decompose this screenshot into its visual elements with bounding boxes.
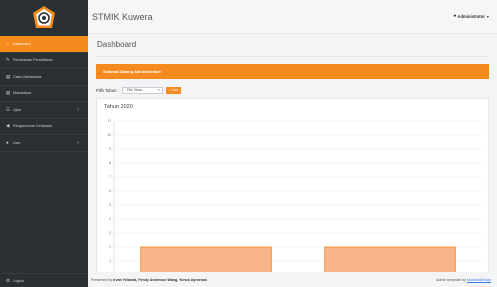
chart-bar — [140, 246, 272, 276]
sidebar-item-pembukaan-pendaftaran[interactable]: ✎ Pembukaan Pendaftaran — [0, 53, 88, 69]
topbar: STMIK Kuwera ● Administrator ▾ — [88, 0, 497, 34]
sidebar: ⌂ Dashboard ✎ Pembukaan Pendaftaran ▤ Ca… — [0, 0, 88, 287]
user-icon: ● — [453, 13, 457, 19]
sidebar-item-label: Ujian — [13, 107, 22, 112]
sidebar-item-label: Dashboard — [13, 41, 31, 46]
footer-template-link[interactable]: ModularDesign — [467, 278, 491, 282]
chevron-down-icon: ▾ — [486, 13, 489, 19]
welcome-alert: Selamat Datang Administrator! — [96, 64, 489, 79]
footer-credit: Presented by Irvan Yelanda, Fendy Anders… — [91, 278, 207, 282]
sidebar-item-label: Logout — [13, 278, 24, 283]
y-tick-label: 4 — [109, 217, 111, 221]
chevron-right-icon: › — [77, 139, 79, 146]
y-tick-label: 11 — [108, 119, 112, 123]
sidebar-item-mahasiswa[interactable]: ▤ Mahasiswa — [0, 86, 88, 102]
footer-authors: Irvan Yelanda, Fendy Anderson Wang, Yunu… — [113, 277, 207, 282]
y-tick-label: 7 — [109, 175, 111, 179]
document-icon: ▤ — [6, 73, 11, 79]
sidebar-item-logout[interactable]: ⚙ Logout — [0, 273, 88, 287]
sidebar-item-label: Calon Mahasiswa — [13, 74, 42, 79]
y-tick-label: 1 — [109, 259, 111, 263]
user-menu[interactable]: ● Administrator ▾ — [453, 13, 489, 19]
y-tick-label: 3 — [109, 231, 111, 235]
search-button[interactable]: ⌕ Cari — [165, 86, 181, 94]
sidebar-item-calon-mahasiswa[interactable]: ▤ Calon Mahasiswa — [0, 69, 88, 86]
logo-icon — [33, 6, 55, 28]
y-tick-label: 8 — [109, 161, 111, 165]
y-tick-label: 9 — [109, 147, 111, 151]
footer-template-credit: Admin template by ModularDesign — [436, 278, 491, 282]
sidebar-item-label: Pengumuman Kelulusan — [13, 124, 53, 129]
chart-bar — [324, 246, 456, 276]
alert-text: Selamat Datang Administrator! — [103, 69, 162, 74]
y-tick-label: 10 — [107, 133, 111, 137]
document-icon: ▤ — [6, 90, 11, 96]
sidebar-item-label: User — [13, 140, 21, 145]
search-button-label: Cari — [171, 88, 178, 92]
footer-template-prefix: Admin template by — [436, 277, 466, 282]
logo[interactable] — [0, 0, 88, 36]
divider — [96, 56, 489, 57]
list-icon: ☰ — [6, 106, 11, 112]
filter-label: Pilih Tahun : — [96, 87, 119, 93]
chevron-right-icon: › — [77, 106, 79, 113]
search-icon: ⌕ — [168, 88, 171, 92]
year-select[interactable]: Pilih Tahun - ▾ — [121, 86, 163, 94]
main-content: Dashboard Selamat Datang Administrator! … — [88, 34, 497, 287]
edit-icon: ✎ — [6, 57, 10, 63]
chart-panel: Tahun 2020 01234567891011Tahun 2020 gelo… — [96, 98, 489, 287]
users-icon: ● — [6, 140, 9, 146]
y-tick-label: 6 — [109, 189, 111, 193]
sidebar-item-dashboard[interactable]: ⌂ Dashboard — [0, 36, 88, 53]
sidebar-item-ujian[interactable]: ☰ Ujian › — [0, 102, 88, 119]
sidebar-item-label: Pembukaan Pendaftaran — [13, 58, 53, 63]
year-filter: Pilih Tahun : Pilih Tahun - ▾ ⌕ Cari — [96, 86, 181, 94]
gear-icon: ⚙ — [6, 277, 11, 283]
chevron-down-icon: ▾ — [158, 88, 160, 92]
footer: Presented by Irvan Yelanda, Fendy Anders… — [88, 272, 497, 287]
y-tick-label: 2 — [109, 245, 111, 249]
dashboard-icon: ⌂ — [6, 41, 9, 47]
app-title: STMIK Kuwera — [92, 11, 153, 22]
sidebar-item-label: Mahasiswa — [13, 91, 31, 96]
sidebar-item-pengumuman-kelulusan[interactable]: ◀ Pengumuman Kelulusan — [0, 119, 88, 135]
sidebar-nav: ⌂ Dashboard ✎ Pembukaan Pendaftaran ▤ Ca… — [0, 36, 88, 152]
user-name: Administrator — [457, 13, 485, 19]
year-select-value: Pilih Tahun - — [126, 88, 145, 92]
page-title: Dashboard — [97, 40, 137, 49]
bar-chart: 01234567891011Tahun 2020 gelombang ke-1T… — [107, 119, 482, 282]
footer-prefix: Presented by — [91, 277, 113, 282]
y-tick-label: 5 — [109, 203, 111, 207]
sidebar-item-user[interactable]: ● User › — [0, 135, 88, 152]
megaphone-icon: ◀ — [6, 123, 10, 129]
